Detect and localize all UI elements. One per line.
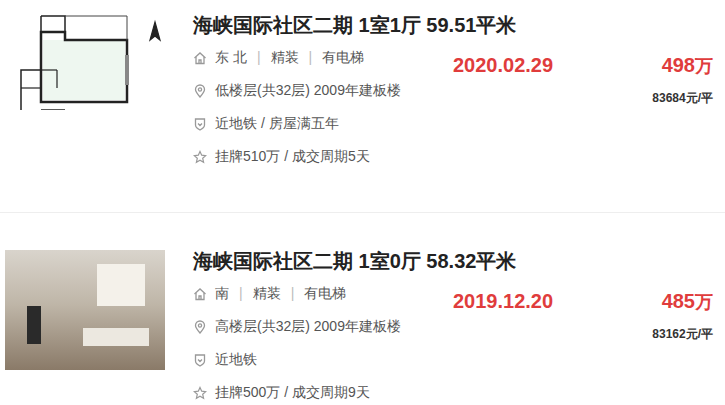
house-attributes: 东 北 | 精装 | 有电梯	[215, 47, 364, 68]
separator: |	[309, 47, 313, 68]
location-pin-icon	[193, 320, 207, 334]
listing-title[interactable]: 海峡国际社区二期 1室0厅 58.32平米	[193, 246, 725, 277]
listing-body: 南 | 精装 | 有电梯高楼层(共32层) 2009年建板楼近地铁挂牌500万 / 成交…	[193, 277, 725, 405]
unit-price: 83162元/平	[652, 326, 713, 342]
star-icon	[193, 386, 207, 400]
shield-icon	[193, 117, 207, 131]
deal-date-column: 2020.02.29	[453, 41, 571, 173]
house-info-row: 南 | 精装 | 有电梯	[193, 277, 453, 310]
listing-info: 海峡国际社区二期 1室0厅 58.32平米南 | 精装 | 有电梯高楼层(共32层) 2…	[193, 246, 725, 405]
deal-info-row: 挂牌510万 / 成交周期5天	[193, 140, 453, 173]
deal-date: 2019.12.20	[453, 289, 571, 313]
floor-info-row: 低楼层(共32层) 2009年建板楼	[193, 74, 453, 107]
house-attribute: 南	[215, 283, 229, 304]
price-value: 498	[662, 54, 695, 76]
star-icon	[193, 150, 207, 164]
house-icon	[193, 287, 207, 301]
listing-info: 海峡国际社区二期 1室1厅 59.51平米东 北 | 精装 | 有电梯低楼层(共32层)…	[193, 10, 725, 212]
floor-info-row: 高楼层(共32层) 2009年建板楼	[193, 310, 453, 343]
listing-details: 南 | 精装 | 有电梯高楼层(共32层) 2009年建板楼近地铁挂牌500万 / 成交…	[193, 277, 453, 405]
listing-card[interactable]: 海峡国际社区二期 1室0厅 58.32平米南 | 精装 | 有电梯高楼层(共32层) 2…	[0, 213, 725, 405]
listing-card[interactable]: 海峡国际社区二期 1室1厅 59.51平米东 北 | 精装 | 有电梯低楼层(共32层)…	[0, 0, 725, 213]
separator: |	[257, 47, 261, 68]
floor-info: 低楼层(共32层) 2009年建板楼	[215, 80, 401, 101]
tags: 近地铁	[215, 349, 257, 370]
house-attribute: 东 北	[215, 47, 247, 68]
price-value: 485	[662, 290, 695, 312]
deal: 挂牌510万 / 成交周期5天	[215, 146, 370, 167]
floorplan-image[interactable]	[5, 10, 165, 110]
sofa-shape	[83, 328, 149, 346]
listing-details: 东 北 | 精装 | 有电梯低楼层(共32层) 2009年建板楼近地铁 / 房屋满五年挂…	[193, 41, 453, 173]
unit-price: 83684元/平	[652, 90, 713, 106]
deal-date: 2020.02.29	[453, 53, 571, 77]
listing-body: 东 北 | 精装 | 有电梯低楼层(共32层) 2009年建板楼近地铁 / 房屋满五年挂…	[193, 41, 725, 173]
listing-photo[interactable]	[5, 250, 165, 370]
house-attribute: 有电梯	[304, 283, 346, 304]
house-attribute: 精装	[271, 47, 299, 68]
separator: |	[239, 283, 243, 304]
tags-row: 近地铁	[193, 343, 453, 376]
price-unit: 万	[695, 292, 713, 312]
house-icon	[193, 51, 207, 65]
tags: 近地铁 / 房屋满五年	[215, 113, 339, 134]
price-column: 485万 83162元/平	[571, 277, 725, 405]
total-price: 498万	[662, 53, 713, 78]
location-pin-icon	[193, 84, 207, 98]
listing-title[interactable]: 海峡国际社区二期 1室1厅 59.51平米	[193, 10, 725, 41]
listing-list: 海峡国际社区二期 1室1厅 59.51平米东 北|精装|有电梯低楼层(共32层)…	[0, 0, 725, 405]
deal-date-column: 2019.12.20	[453, 277, 571, 405]
window-shape	[97, 264, 145, 306]
deal-info-row: 挂牌500万 / 成交周期9天	[193, 376, 453, 405]
price-column: 498万 83684元/平	[571, 41, 725, 173]
total-price: 485万	[662, 289, 713, 314]
tv-shape	[27, 306, 41, 344]
floor-info: 高楼层(共32层) 2009年建板楼	[215, 316, 401, 337]
house-attributes: 南 | 精装 | 有电梯	[215, 283, 346, 304]
separator: |	[291, 283, 295, 304]
deal: 挂牌500万 / 成交周期9天	[215, 382, 370, 403]
tags-row: 近地铁 / 房屋满五年	[193, 107, 453, 140]
price-unit: 万	[695, 56, 713, 76]
house-info-row: 东 北 | 精装 | 有电梯	[193, 41, 453, 74]
house-attribute: 有电梯	[322, 47, 364, 68]
shield-icon	[193, 353, 207, 367]
house-attribute: 精装	[253, 283, 281, 304]
